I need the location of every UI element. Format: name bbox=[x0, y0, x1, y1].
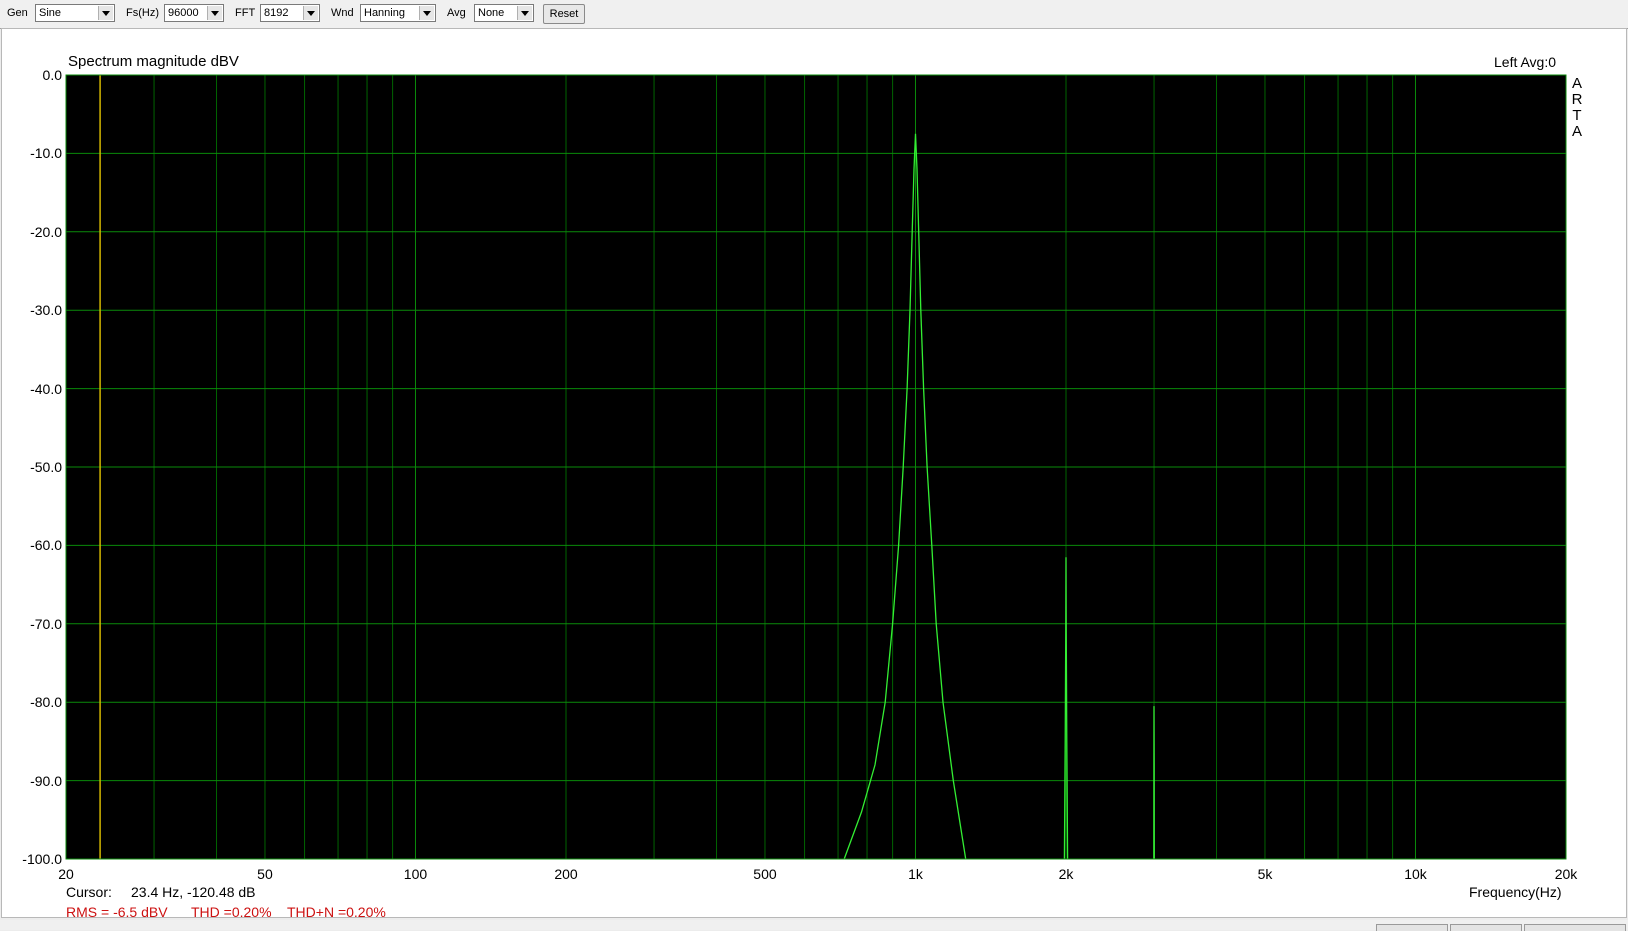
x-tick-label: 500 bbox=[753, 866, 777, 882]
x-tick-label: 5k bbox=[1257, 866, 1273, 882]
x-axis-label: Frequency(Hz) bbox=[1469, 884, 1562, 900]
thd-readout: THD =0.20% bbox=[191, 904, 272, 920]
arta-brand: A R T A bbox=[1570, 76, 1584, 140]
y-tick-label: -60.0 bbox=[30, 537, 62, 554]
plot-title: Spectrum magnitude dBV bbox=[68, 53, 239, 70]
spectrum-trace-3 bbox=[1153, 706, 1155, 860]
spectrum-plot[interactable] bbox=[0, 0, 1628, 930]
y-tick-label: -100.0 bbox=[22, 851, 62, 867]
rms-readout: RMS = -6.5 dBV bbox=[66, 904, 168, 920]
brand-letter: A bbox=[1571, 123, 1582, 140]
y-tick-label: -90.0 bbox=[30, 772, 62, 789]
x-tick-label: 1k bbox=[908, 866, 923, 882]
cursor-readout: 23.4 Hz, -120.48 dB bbox=[131, 884, 256, 900]
y-tick-label: -40.0 bbox=[30, 380, 62, 397]
thdn-readout: THD+N =0.20% bbox=[287, 904, 386, 920]
y-tick-label: -50.0 bbox=[30, 459, 62, 475]
channel-info: Left Avg:0 bbox=[1494, 54, 1557, 70]
x-tick-label: 100 bbox=[403, 866, 428, 882]
y-tick-label: 0.0 bbox=[42, 67, 62, 83]
x-tick-label: 20k bbox=[1554, 866, 1578, 882]
x-tick-label: 50 bbox=[257, 866, 273, 882]
x-tick-label: 200 bbox=[554, 866, 578, 882]
x-tick-label: 2k bbox=[1058, 866, 1074, 882]
brand-letter: T bbox=[1572, 107, 1582, 124]
y-tick-label: -20.0 bbox=[30, 223, 62, 240]
brand-letter: R bbox=[1571, 91, 1583, 108]
y-tick-label: -80.0 bbox=[30, 694, 62, 711]
x-tick-label: 20 bbox=[58, 866, 74, 882]
brand-letter: A bbox=[1571, 75, 1582, 92]
y-tick-label: -70.0 bbox=[30, 615, 62, 632]
y-tick-label: -30.0 bbox=[30, 302, 62, 319]
x-tick-label: 10k bbox=[1404, 866, 1427, 882]
y-tick-label: -10.0 bbox=[30, 145, 62, 162]
cursor-label: Cursor: bbox=[66, 884, 112, 900]
